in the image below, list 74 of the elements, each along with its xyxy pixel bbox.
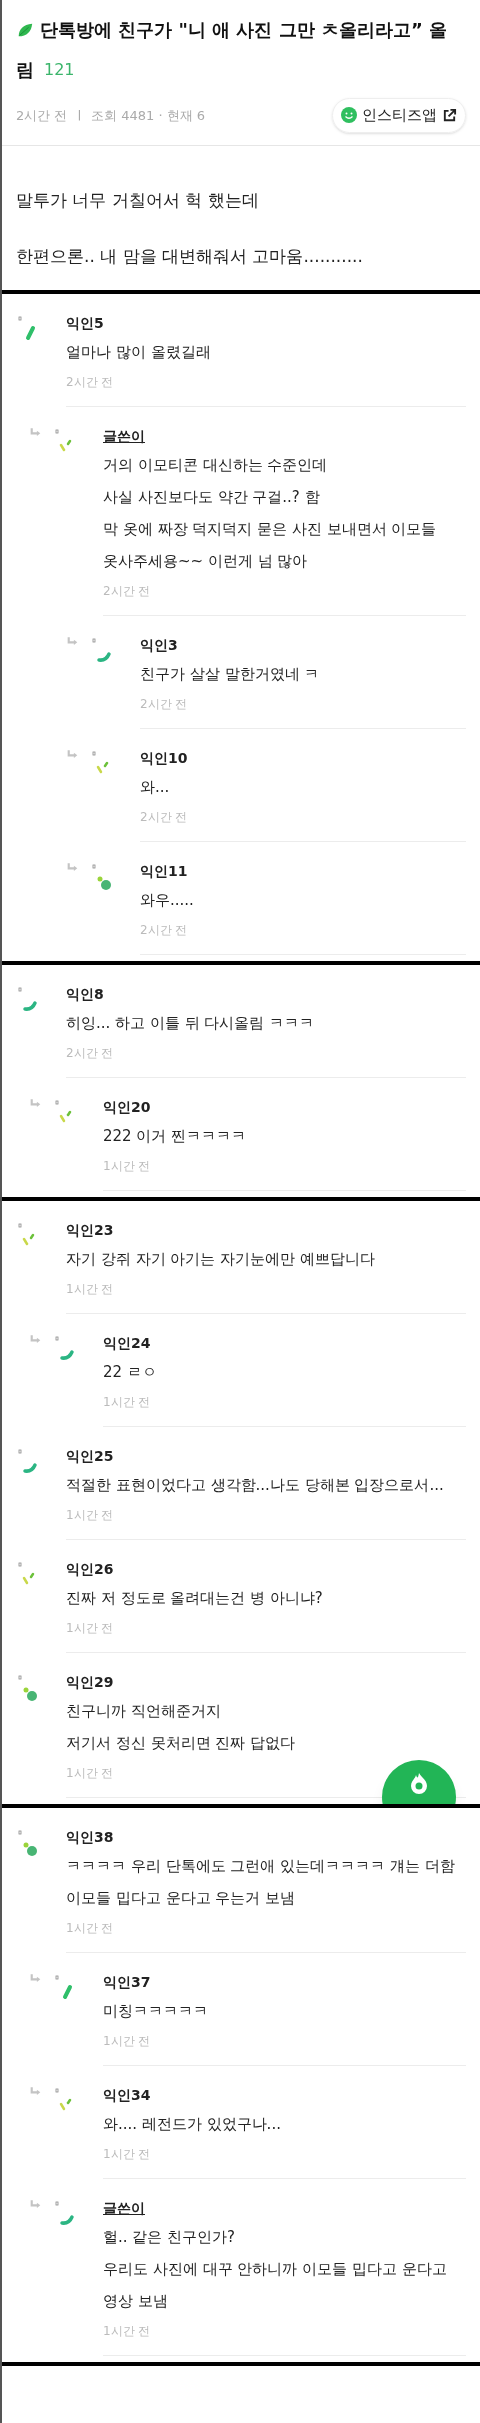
comment-text: 우리도 사진에 대꾸 안하니까 이모들 밉다고 운다고 영상 보냄: [103, 2258, 448, 2312]
comment-time: 1시간 전: [103, 2145, 151, 2163]
comment-time: 2시간 전: [103, 582, 151, 600]
author-name[interactable]: 익인3: [140, 633, 178, 656]
post-text: 한편으론.. 내 맘을 대변해줘서 고마움...........: [16, 244, 364, 268]
meta-separator: |: [77, 107, 82, 123]
comment-time: 1시간 전: [103, 2322, 151, 2340]
flame-icon: [409, 1771, 429, 1794]
comment-time: 1시간 전: [103, 2032, 151, 2050]
reply-arrow-icon: [67, 748, 79, 760]
comment-time: 1시간 전: [66, 1280, 114, 1298]
smiley-icon: [341, 107, 357, 124]
author-name[interactable]: 익인29: [66, 1670, 114, 1693]
comment-text: 저기서 정신 못처리면 진짜 답없다: [66, 1732, 296, 1754]
comment-text: 친구니까 직언해준거지: [66, 1700, 221, 1722]
comment-text: 자기 강쥐 자기 아기는 자기눈에만 예쁘답니다: [66, 1248, 375, 1270]
comment-text: 친구가 살살 말한거였네 ㅋ: [140, 663, 320, 685]
comment-text: 와.... 레전드가 있었구나...: [103, 2113, 281, 2135]
comment-time: 1시간 전: [66, 1506, 114, 1524]
view-count: 조회 4481 · 현재 6: [91, 106, 206, 125]
author-name[interactable]: 익인24: [103, 1331, 151, 1354]
reply-arrow-icon: [30, 1097, 42, 1109]
author-name[interactable]: 글쓴이: [103, 2196, 145, 2219]
comment-text: 얼마나 많이 올렸길래: [66, 341, 211, 363]
reply-arrow-icon: [30, 1972, 42, 1984]
post-text: 말투가 너무 거칠어서 헉 했는데: [16, 188, 260, 212]
comment-text: 옷사주세용~~ 이런게 넘 많아: [103, 550, 308, 572]
comment-text: ㅋㅋㅋㅋ 우리 단톡에도 그런애 있는데ㅋㅋㅋㅋ 걔는 더함 이모들 밉다고 운다고 우는거 보냄: [66, 1855, 456, 1909]
comment-text: 거의 이모티콘 대신하는 수준인데: [103, 454, 328, 476]
comment-text: 22 ㄹㅇ: [103, 1361, 157, 1383]
post-time: 2시간 전: [16, 106, 68, 125]
reply-arrow-icon: [30, 1333, 42, 1345]
author-name[interactable]: 익인11: [140, 859, 188, 882]
comment-time: 1시간 전: [103, 1157, 151, 1175]
author-name[interactable]: 익인34: [103, 2083, 151, 2106]
author-name[interactable]: 익인10: [140, 746, 188, 769]
author-name[interactable]: 익인20: [103, 1095, 151, 1118]
comment-text: 미칭ㅋㅋㅋㅋㅋ: [103, 2000, 208, 2022]
comment-count: 121: [44, 59, 75, 81]
author-name[interactable]: 글쓴이: [103, 424, 145, 447]
comment-text: 222 이거 찐ㅋㅋㅋㅋ: [103, 1125, 247, 1147]
reply-arrow-icon: [30, 426, 42, 438]
author-name[interactable]: 익인38: [66, 1825, 114, 1848]
comment-time: 1시간 전: [103, 1393, 151, 1411]
comment-text: 와우.....: [140, 889, 194, 911]
comment-text: 히잉... 하고 이틀 뒤 다시올림 ㅋㅋㅋ: [66, 1012, 315, 1034]
author-name[interactable]: 익인5: [66, 311, 104, 334]
comment-time: 2시간 전: [140, 695, 188, 713]
comment-time: 2시간 전: [140, 808, 188, 826]
author-name[interactable]: 익인26: [66, 1557, 114, 1580]
author-name[interactable]: 익인23: [66, 1218, 114, 1241]
comment-time: 2시간 전: [66, 1044, 114, 1062]
comment-time: 1시간 전: [66, 1619, 114, 1637]
comment-text: 와...: [140, 776, 170, 798]
comment-text: 적절한 표현이었다고 생각함...나도 당해본 입장으로서...: [66, 1474, 444, 1496]
author-name[interactable]: 익인8: [66, 982, 104, 1005]
external-link-icon: [442, 107, 457, 123]
comment-time: 2시간 전: [66, 373, 114, 391]
reply-arrow-icon: [67, 861, 79, 873]
comment-time: 1시간 전: [66, 1919, 114, 1937]
comment-time: 2시간 전: [140, 921, 188, 939]
comment-text: 진짜 저 정도로 올려대는건 병 아니냐?: [66, 1587, 323, 1609]
author-name[interactable]: 익인25: [66, 1444, 114, 1467]
reply-arrow-icon: [67, 635, 79, 647]
comment-text: 막 옷에 짜장 덕지덕지 묻은 사진 보내면서 이모들: [103, 518, 437, 540]
reply-arrow-icon: [30, 2085, 42, 2097]
post-title: 림: [16, 58, 34, 82]
leaf-icon: [16, 21, 34, 39]
reply-arrow-icon: [30, 2198, 42, 2210]
comment-time: 1시간 전: [66, 1764, 114, 1782]
comment-text: 헐.. 같은 친구인가?: [103, 2226, 236, 2248]
author-name[interactable]: 익인37: [103, 1970, 151, 1993]
post-title: 단톡방에 친구가 "니 애 사진 그만 ㅊ올리라고” 올: [40, 18, 448, 42]
comment-text: 사실 사진보다도 약간 구걸..? 함: [103, 486, 320, 508]
